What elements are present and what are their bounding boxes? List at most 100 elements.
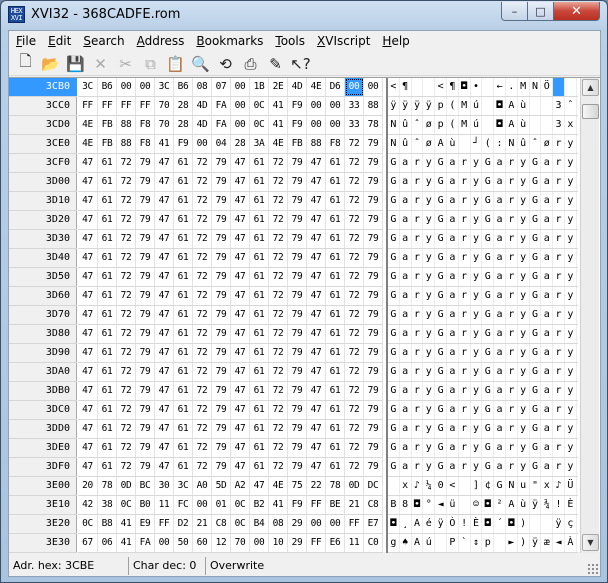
hex-byte-cell[interactable]: 72 bbox=[117, 401, 136, 419]
text-char-cell[interactable]: a bbox=[447, 363, 459, 381]
text-char-cell[interactable]: a bbox=[447, 458, 459, 476]
hex-byte-cell[interactable]: 78 bbox=[98, 477, 117, 495]
text-char-cell[interactable]: a bbox=[494, 401, 506, 419]
text-char-cell[interactable]: r bbox=[459, 173, 471, 191]
hex-byte-cell[interactable]: E7 bbox=[364, 515, 383, 533]
text-char-cell[interactable]: r bbox=[412, 306, 424, 324]
text-char-cell[interactable]: G bbox=[530, 211, 542, 229]
text-char-cell[interactable]: N bbox=[388, 116, 400, 134]
text-char-cell[interactable]: a bbox=[494, 211, 506, 229]
hex-byte-cell[interactable]: 61 bbox=[174, 173, 193, 191]
text-char-cell[interactable]: ° bbox=[423, 496, 436, 514]
text-char-cell[interactable]: a bbox=[447, 173, 459, 191]
hex-byte-cell[interactable]: 72 bbox=[117, 458, 136, 476]
hex-byte-cell[interactable]: 79 bbox=[136, 325, 155, 343]
text-char-cell[interactable]: a bbox=[494, 268, 506, 286]
text-char-cell[interactable]: y bbox=[518, 230, 530, 248]
text-char-cell[interactable]: u bbox=[518, 477, 530, 495]
text-char-cell[interactable]: ◘ bbox=[506, 515, 518, 533]
hex-byte-cell[interactable]: 61 bbox=[250, 458, 269, 476]
hex-byte-cell[interactable]: 79 bbox=[288, 363, 307, 381]
text-char-cell[interactable]: ┘ bbox=[471, 135, 483, 153]
text-char-cell[interactable]: ÿ bbox=[435, 515, 447, 533]
hex-byte-cell[interactable]: 79 bbox=[288, 458, 307, 476]
hex-byte-cell[interactable]: 4E bbox=[269, 135, 288, 153]
text-char-cell[interactable]: r bbox=[553, 363, 565, 381]
text-char-cell[interactable]: G bbox=[482, 268, 495, 286]
text-char-cell[interactable]: y bbox=[471, 439, 483, 457]
text-char-cell[interactable]: 8 bbox=[400, 496, 412, 514]
hex-byte-cell[interactable]: 47 bbox=[231, 192, 250, 210]
text-char-cell[interactable]: r bbox=[412, 230, 424, 248]
hex-byte-cell[interactable]: 72 bbox=[269, 344, 288, 362]
hex-byte-cell[interactable]: 72 bbox=[193, 306, 212, 324]
text-char-cell[interactable]: y bbox=[471, 173, 483, 191]
hex-byte-cell[interactable]: 47 bbox=[78, 287, 98, 305]
text-char-cell[interactable]: a bbox=[494, 439, 506, 457]
hex-byte-cell[interactable]: 4E bbox=[78, 116, 98, 134]
hex-byte-cell[interactable]: 0C bbox=[231, 515, 250, 533]
text-char-cell[interactable]: . bbox=[506, 78, 518, 96]
hex-byte-cell[interactable]: 47 bbox=[231, 230, 250, 248]
text-char-cell[interactable]: r bbox=[412, 268, 424, 286]
text-char-cell[interactable]: ← bbox=[494, 78, 506, 96]
hex-byte-cell[interactable]: 61 bbox=[326, 268, 345, 286]
hex-byte-cell[interactable]: 79 bbox=[288, 344, 307, 362]
hex-byte-cell[interactable]: 72 bbox=[345, 211, 364, 229]
hex-byte-cell[interactable]: 72 bbox=[345, 401, 364, 419]
text-char-cell[interactable]: G bbox=[482, 382, 495, 400]
hex-byte-cell[interactable]: 47 bbox=[78, 192, 98, 210]
text-char-cell[interactable]: G bbox=[388, 192, 400, 210]
hex-byte-cell[interactable]: 72 bbox=[193, 173, 212, 191]
hex-byte-cell[interactable]: FB bbox=[98, 116, 117, 134]
hex-byte-cell[interactable]: F8 bbox=[136, 135, 155, 153]
close-button[interactable]: ✕ bbox=[554, 2, 600, 21]
hex-byte-cell[interactable]: 61 bbox=[98, 401, 117, 419]
hex-byte-cell[interactable]: 61 bbox=[174, 287, 193, 305]
hex-byte-cell[interactable]: 01 bbox=[212, 496, 231, 514]
hex-byte-cell[interactable]: 72 bbox=[345, 268, 364, 286]
text-char-cell[interactable]: y bbox=[565, 154, 577, 172]
text-char-cell[interactable]: y bbox=[565, 211, 577, 229]
hex-byte-cell[interactable]: 50 bbox=[174, 534, 193, 552]
hex-byte-cell[interactable]: 72 bbox=[269, 154, 288, 172]
hex-byte-cell[interactable]: 61 bbox=[174, 211, 193, 229]
text-char-cell[interactable]: G bbox=[435, 306, 447, 324]
text-char-cell[interactable]: y bbox=[518, 382, 530, 400]
text-char-cell[interactable]: A bbox=[435, 135, 447, 153]
hex-byte-cell[interactable]: 79 bbox=[136, 363, 155, 381]
hex-byte-cell[interactable]: 47 bbox=[78, 401, 98, 419]
hex-byte-cell[interactable]: 72 bbox=[193, 363, 212, 381]
hex-byte-cell[interactable]: 72 bbox=[269, 458, 288, 476]
hex-byte-cell[interactable]: 72 bbox=[345, 230, 364, 248]
hex-byte-cell[interactable]: 47 bbox=[307, 211, 326, 229]
hex-byte-cell[interactable]: 29 bbox=[288, 534, 307, 552]
text-char-cell[interactable]: r bbox=[506, 344, 518, 362]
text-char-cell[interactable]: a bbox=[447, 439, 459, 457]
hex-byte-cell[interactable]: 61 bbox=[174, 458, 193, 476]
hex-byte-cell[interactable]: 72 bbox=[269, 268, 288, 286]
text-char-cell[interactable]: r bbox=[459, 458, 471, 476]
paste-clipboard-icon[interactable]: 📋 bbox=[163, 53, 188, 75]
hex-byte-cell[interactable]: 07 bbox=[212, 78, 231, 96]
text-char-cell[interactable]: p bbox=[435, 97, 447, 115]
text-char-cell[interactable]: y bbox=[471, 211, 483, 229]
text-char-cell[interactable]: y bbox=[471, 325, 483, 343]
text-char-cell[interactable]: ¾ bbox=[541, 496, 554, 514]
text-char-cell[interactable]: G bbox=[482, 401, 495, 419]
scroll-thumb[interactable] bbox=[582, 104, 599, 119]
hex-byte-cell[interactable]: 72 bbox=[345, 344, 364, 362]
hex-byte-cell[interactable]: 61 bbox=[250, 154, 269, 172]
hex-byte-cell[interactable]: 47 bbox=[78, 363, 98, 381]
text-char-cell[interactable]: a bbox=[447, 420, 459, 438]
new-file-icon[interactable]: 🗋 bbox=[13, 52, 38, 75]
menu-help[interactable]: Help bbox=[376, 31, 415, 51]
hex-byte-cell[interactable]: 79 bbox=[212, 249, 231, 267]
hex-byte-cell[interactable]: 0D bbox=[345, 477, 364, 495]
text-char-cell[interactable]: y bbox=[518, 420, 530, 438]
text-char-cell[interactable]: ♪ bbox=[412, 477, 424, 495]
text-char-cell[interactable]: r bbox=[553, 211, 565, 229]
hex-byte-cell[interactable]: 79 bbox=[288, 401, 307, 419]
hex-byte-cell[interactable]: FB bbox=[288, 135, 307, 153]
text-char-cell[interactable]: Ò bbox=[447, 515, 459, 533]
